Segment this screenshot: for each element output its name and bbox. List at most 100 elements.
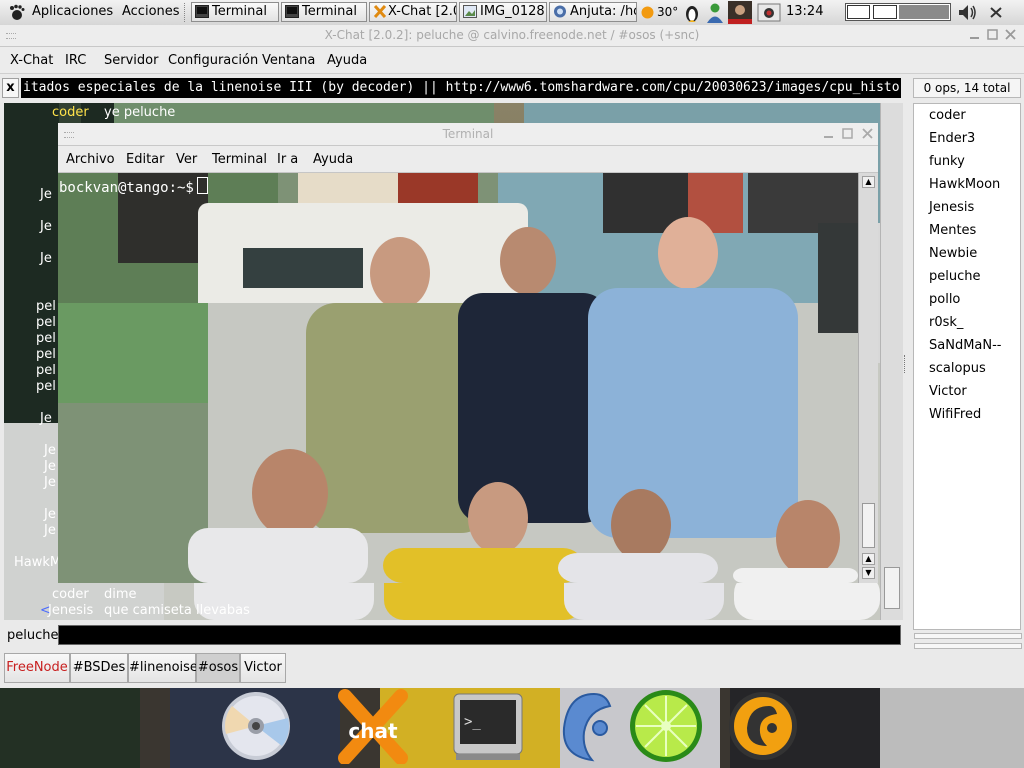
task-image-viewer[interactable]: IMG_0128.. xyxy=(459,2,547,22)
user-item[interactable]: pollo xyxy=(929,292,960,307)
gnome-foot-icon[interactable] xyxy=(8,4,26,21)
penguin-icon[interactable] xyxy=(683,2,701,23)
mode-button-bar[interactable] xyxy=(914,643,1022,649)
window-title: Terminal xyxy=(442,127,494,141)
scrollbar-thumb[interactable] xyxy=(862,503,875,548)
user-item[interactable]: SaNdMaN-- xyxy=(929,338,1001,353)
user-item[interactable]: scalopus xyxy=(929,361,986,376)
chat-nick-fragment: pel xyxy=(36,363,56,378)
menu-terminal[interactable]: Terminal xyxy=(212,152,267,167)
menu-archivo[interactable]: Archivo xyxy=(66,152,115,167)
clock[interactable]: 13:24 xyxy=(786,4,823,19)
avatar-photo-icon[interactable] xyxy=(728,1,752,24)
workspace-2[interactable] xyxy=(873,5,897,19)
close-icon[interactable] xyxy=(1005,29,1016,40)
chat-nick-fragment: HawkM xyxy=(14,555,62,570)
tab-linenoise[interactable]: #linenoise xyxy=(128,653,198,683)
task-terminal-2[interactable]: Terminal xyxy=(281,2,367,22)
menu-ventana[interactable]: Ventana xyxy=(262,53,315,68)
menu-configuracion[interactable]: Configuración xyxy=(168,53,258,68)
tab-victor[interactable]: Victor xyxy=(240,653,286,683)
terminal-icon[interactable]: >_ xyxy=(450,688,526,764)
drag-grip xyxy=(6,33,16,39)
user-item[interactable]: Jenesis xyxy=(929,200,974,215)
weather-temperature[interactable]: 30° xyxy=(657,5,678,19)
menu-servidor[interactable]: Servidor xyxy=(104,53,158,68)
scrollbar-thumb[interactable] xyxy=(884,567,900,609)
image-icon xyxy=(463,5,477,18)
user-item[interactable]: peluche xyxy=(929,269,981,284)
chat-nick[interactable]: coder xyxy=(52,105,89,120)
tab-freenode[interactable]: FreeNode xyxy=(4,653,70,683)
close-icon[interactable] xyxy=(990,7,1002,18)
topic-close-button[interactable]: x xyxy=(2,78,19,98)
chat-nick-fragment: pel xyxy=(36,331,56,346)
user-item[interactable]: funky xyxy=(929,154,965,169)
terminal-scrollbar[interactable]: ▲ ▲ ▼ xyxy=(858,173,878,583)
task-anjuta[interactable]: Anjuta: /hor xyxy=(549,2,637,22)
panel-separator xyxy=(184,3,188,22)
maximize-icon[interactable] xyxy=(842,128,853,139)
task-xchat[interactable]: X-Chat [2.0 xyxy=(369,2,457,22)
chat-nick-fragment: Je xyxy=(44,443,56,458)
scroll-up-arrow-icon[interactable]: ▲ xyxy=(862,176,875,188)
dock: chat >_ xyxy=(0,688,1024,768)
menu-ir-a[interactable]: Ir a xyxy=(277,152,298,167)
user-item[interactable]: r0sk_ xyxy=(929,315,963,330)
task-label: Anjuta: /hor xyxy=(570,4,636,19)
user-item[interactable]: Ender3 xyxy=(929,131,975,146)
user-icon[interactable] xyxy=(705,2,725,23)
terminal-window: Terminal Archivo Editar Ver Terminal Ir … xyxy=(58,123,878,585)
workspace-1[interactable] xyxy=(847,5,870,19)
topic-input[interactable]: itados especiales de la linenoise III (b… xyxy=(21,78,901,98)
minimize-icon[interactable] xyxy=(823,128,834,139)
pane-resize-handle[interactable] xyxy=(904,355,910,373)
cd-player-icon[interactable] xyxy=(218,688,294,764)
xchat-titlebar[interactable]: X-Chat [2.0.2]: peluche @ calvino.freeno… xyxy=(0,25,1024,47)
user-item[interactable]: Mentes xyxy=(929,223,976,238)
actions-menu[interactable]: Acciones xyxy=(122,4,180,19)
workspace-3[interactable] xyxy=(899,5,949,19)
screenshot-camera-icon[interactable] xyxy=(757,3,781,22)
menu-xchat[interactable]: X-Chat xyxy=(10,53,53,68)
user-item[interactable]: Newbie xyxy=(929,246,977,261)
gnome-foot-icon[interactable] xyxy=(725,688,801,764)
workspace-switcher[interactable] xyxy=(845,3,951,21)
chat-nick[interactable]: coder xyxy=(52,587,89,602)
applications-menu[interactable]: Aplicaciones xyxy=(32,4,113,19)
terminal-titlebar[interactable]: Terminal xyxy=(58,123,878,146)
chat-nick-fragment: Je xyxy=(40,251,52,266)
lime-icon[interactable] xyxy=(628,688,704,764)
maximize-icon[interactable] xyxy=(987,29,998,40)
tab-bsdes[interactable]: #BSDes xyxy=(70,653,128,683)
scroll-down-arrow-icon[interactable]: ▼ xyxy=(862,567,875,579)
chat-nick-fragment: Je xyxy=(40,411,52,426)
mode-button-bar[interactable] xyxy=(914,633,1022,639)
chat-nick-fragment: Je xyxy=(44,507,56,522)
user-item[interactable]: HawkMoon xyxy=(929,177,1000,192)
user-item[interactable]: Victor xyxy=(929,384,967,399)
minimize-icon[interactable] xyxy=(969,29,980,40)
volume-icon[interactable] xyxy=(958,4,977,21)
user-item[interactable]: coder xyxy=(929,108,966,123)
xchat-icon[interactable]: chat xyxy=(335,688,411,764)
menu-editar[interactable]: Editar xyxy=(126,152,165,167)
gnome-icon[interactable] xyxy=(550,688,626,764)
xchat-icon xyxy=(373,5,387,18)
task-label: Terminal xyxy=(212,4,267,19)
user-item[interactable]: WifiFred xyxy=(929,407,981,422)
chat-nick[interactable]: Jenesis xyxy=(48,603,93,618)
menu-ayuda[interactable]: Ayuda xyxy=(313,152,353,167)
close-icon[interactable] xyxy=(862,128,873,139)
menu-ayuda[interactable]: Ayuda xyxy=(327,53,367,68)
svg-text:chat: chat xyxy=(348,719,398,743)
scroll-up-arrow-icon[interactable]: ▲ xyxy=(862,553,875,565)
menu-ver[interactable]: Ver xyxy=(176,152,197,167)
chat-scrollbar[interactable] xyxy=(880,103,903,620)
terminal-screen[interactable]: bockvan@tango:~$ xyxy=(58,173,858,583)
nick-button[interactable]: peluche xyxy=(7,628,59,643)
menu-irc[interactable]: IRC xyxy=(65,53,86,68)
task-terminal-1[interactable]: Terminal xyxy=(191,2,279,22)
tab-osos[interactable]: #osos xyxy=(196,653,240,683)
message-input[interactable] xyxy=(58,625,901,645)
